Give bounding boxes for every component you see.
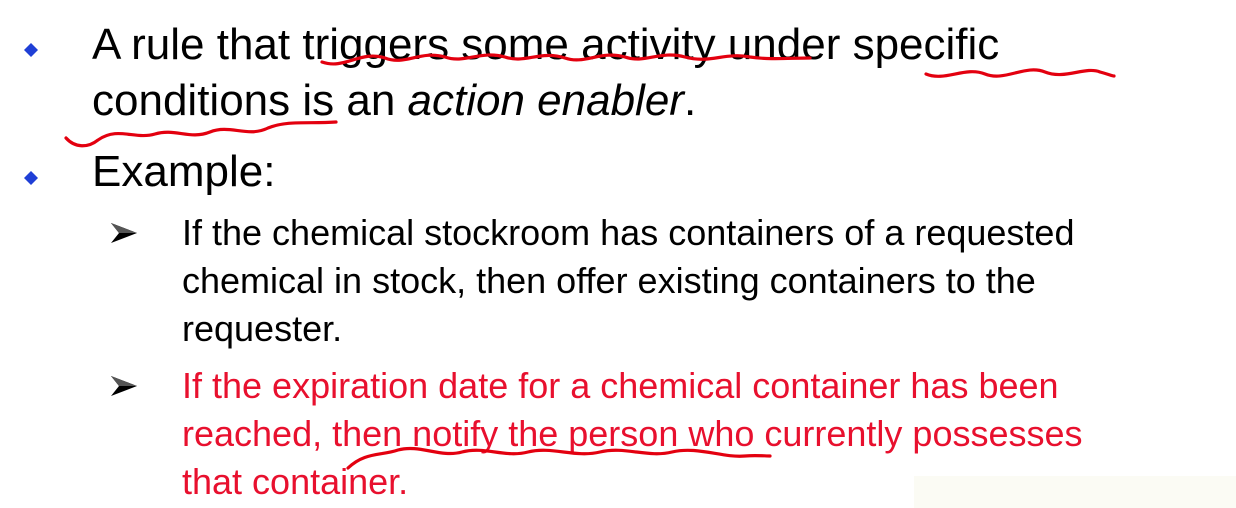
example-2-line-3: that container. <box>182 458 408 506</box>
example-1-text: chemical in stock, then offer existing c… <box>182 260 1036 301</box>
bullet-1-text: A rule that triggers some activity under… <box>92 20 1000 69</box>
diamond-bullet-icon <box>24 171 38 185</box>
action-enabler-term: action enabler <box>407 76 684 125</box>
arrowhead-bullet-icon <box>110 222 138 244</box>
example-1-line-3: requester. <box>182 305 342 353</box>
example-2-text: that container. <box>182 461 409 502</box>
bullet-2-line-1: Example: <box>92 144 275 200</box>
diamond-bullet-icon <box>24 43 38 57</box>
example-2-text: reached, then notify the person who curr… <box>182 413 1083 454</box>
example-heading: Example: <box>92 147 276 196</box>
bullet-1-period: . <box>683 76 697 125</box>
arrowhead-bullet-icon <box>110 375 138 397</box>
example-1-text: If the chemical stockroom has containers… <box>182 212 1075 253</box>
example-2-line-1: If the expiration date for a chemical co… <box>182 362 1059 410</box>
bullet-1-text-plain: conditions is an <box>92 76 408 125</box>
bullet-1-line-1: A rule that triggers some activity under… <box>92 17 999 73</box>
slide: A rule that triggers some activity under… <box>0 0 1236 508</box>
example-1-line-1: If the chemical stockroom has containers… <box>182 209 1074 257</box>
corner-tint <box>914 476 1236 508</box>
example-2-line-2: reached, then notify the person who curr… <box>182 410 1083 458</box>
example-1-line-2: chemical in stock, then offer existing c… <box>182 257 1036 305</box>
bullet-1-line-2: conditions is an action enabler. <box>92 73 696 129</box>
example-2-text: If the expiration date for a chemical co… <box>182 365 1059 406</box>
example-1-text: requester. <box>182 308 343 349</box>
